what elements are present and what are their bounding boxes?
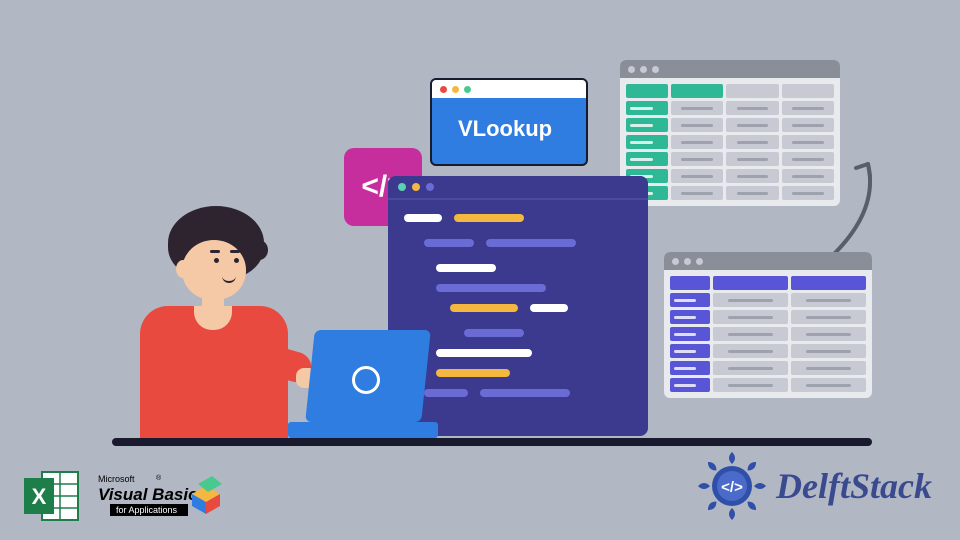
svg-text:X: X [32, 484, 47, 509]
desk-line [112, 438, 872, 446]
excel-logo-icon: X [22, 466, 82, 526]
vlookup-label: VLookup [432, 98, 586, 142]
vlookup-window: VLookup [430, 78, 588, 166]
svg-text:®: ® [156, 474, 162, 482]
vba-top-text: Microsoft [98, 474, 135, 484]
delftstack-logo: </> DelftStack [696, 450, 932, 522]
window-titlebar [388, 176, 648, 200]
window-titlebar [664, 252, 872, 270]
delftstack-badge-icon: </> [696, 450, 768, 522]
window-titlebar [432, 80, 586, 98]
vba-logo: Microsoft ® Visual Basic for Application… [96, 470, 224, 524]
svg-text:</>: </> [721, 479, 743, 496]
person-illustration [110, 198, 310, 438]
vba-sub-text: for Applications [116, 505, 178, 515]
delftstack-text: DelftStack [776, 465, 932, 507]
hero-illustration: VLookup </> [120, 40, 840, 460]
spreadsheet-window-purple [664, 252, 872, 398]
laptop-illustration [288, 330, 438, 438]
window-titlebar [620, 60, 840, 78]
spreadsheet-window-green [620, 60, 840, 206]
vba-main-text: Visual Basic [98, 485, 198, 504]
